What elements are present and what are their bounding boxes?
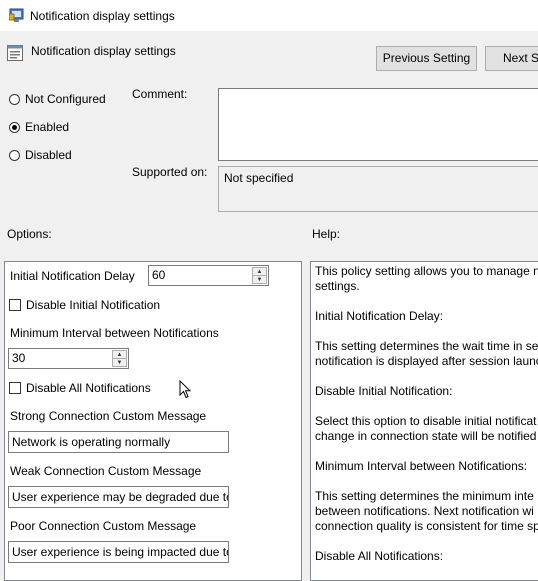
weak-message-label: Weak Connection Custom Message [10, 464, 202, 478]
help-text-line: notification is displayed after session … [315, 354, 538, 368]
previous-setting-button[interactable]: Previous Setting [376, 46, 477, 71]
help-text-line: Initial Notification Delay: [315, 309, 444, 323]
options-panel: Initial Notification Delay 60 ▲ ▼ Disabl… [4, 261, 302, 581]
radio-circle-icon [9, 93, 20, 105]
radio-circle-icon [9, 149, 20, 161]
poor-message-input[interactable]: User experience is being impacted due to [8, 541, 229, 563]
help-text-line: Disable All Notifications: [315, 549, 444, 563]
next-setting-button[interactable]: Next Setting [485, 46, 538, 71]
help-text-line: This policy setting allows you to manage… [315, 264, 538, 278]
setting-icon [7, 45, 23, 61]
spinner-value: 30 [12, 351, 26, 365]
help-text-line: Select this option to disable initial no… [315, 414, 537, 428]
spin-up-icon[interactable]: ▲ [113, 351, 126, 358]
radio-enabled[interactable]: Enabled [9, 118, 69, 136]
spin-down-icon[interactable]: ▼ [253, 275, 266, 283]
help-panel: This policy setting allows you to manage… [310, 261, 538, 581]
help-text-line: This setting determines the wait time in… [315, 339, 538, 353]
help-text-line: between notifications. Next notification… [315, 504, 534, 518]
disable-all-checkbox[interactable]: Disable All Notifications [9, 381, 151, 395]
help-label: Help: [312, 227, 341, 241]
radio-label: Not Configured [25, 92, 106, 106]
checkbox-label: Disable All Notifications [26, 381, 151, 395]
comment-label: Comment: [132, 87, 188, 101]
initial-delay-spinner[interactable]: 60 ▲ ▼ [148, 265, 269, 286]
supported-on-label: Supported on: [132, 165, 208, 179]
options-label: Options: [7, 227, 52, 241]
disable-initial-checkbox[interactable]: Disable Initial Notification [9, 298, 160, 312]
radio-selected-icon [9, 121, 20, 133]
supported-on-field: Not specified [218, 166, 538, 212]
help-text-line: This setting determines the minimum inte [315, 489, 534, 503]
help-text-line: Minimum Interval between Notifications: [315, 459, 528, 473]
radio-label: Disabled [25, 148, 72, 162]
spinner-value: 60 [152, 268, 166, 282]
checkbox-icon [9, 382, 21, 394]
checkbox-icon [9, 299, 21, 311]
strong-message-input[interactable]: Network is operating normally [8, 431, 229, 453]
help-text-line: change in connection state will be notif… [315, 429, 537, 443]
radio-disabled[interactable]: Disabled [9, 146, 72, 164]
help-text-line: Disable Initial Notification: [315, 384, 453, 398]
strong-message-label: Strong Connection Custom Message [10, 409, 207, 423]
initial-delay-label: Initial Notification Delay [10, 269, 135, 283]
comment-field[interactable] [218, 88, 538, 161]
mouse-cursor-icon [179, 379, 192, 402]
spin-up-icon[interactable]: ▲ [253, 268, 266, 275]
min-interval-spinner[interactable]: 30 ▲ ▼ [8, 348, 129, 369]
window-title: Notification display settings [30, 9, 175, 23]
weak-message-input[interactable]: User experience may be degraded due to [8, 486, 229, 508]
spin-down-icon[interactable]: ▼ [113, 358, 126, 366]
help-text-line: settings. [315, 279, 360, 293]
radio-not-configured[interactable]: Not Configured [9, 90, 106, 108]
checkbox-label: Disable Initial Notification [26, 298, 161, 312]
poor-message-label: Poor Connection Custom Message [10, 519, 197, 533]
radio-label: Enabled [25, 120, 70, 134]
policy-app-icon [8, 8, 25, 23]
min-interval-label: Minimum Interval between Notifications [10, 326, 219, 340]
help-text-line: connection quality is consistent for tim… [315, 519, 538, 533]
setting-title: Notification display settings [31, 44, 176, 58]
